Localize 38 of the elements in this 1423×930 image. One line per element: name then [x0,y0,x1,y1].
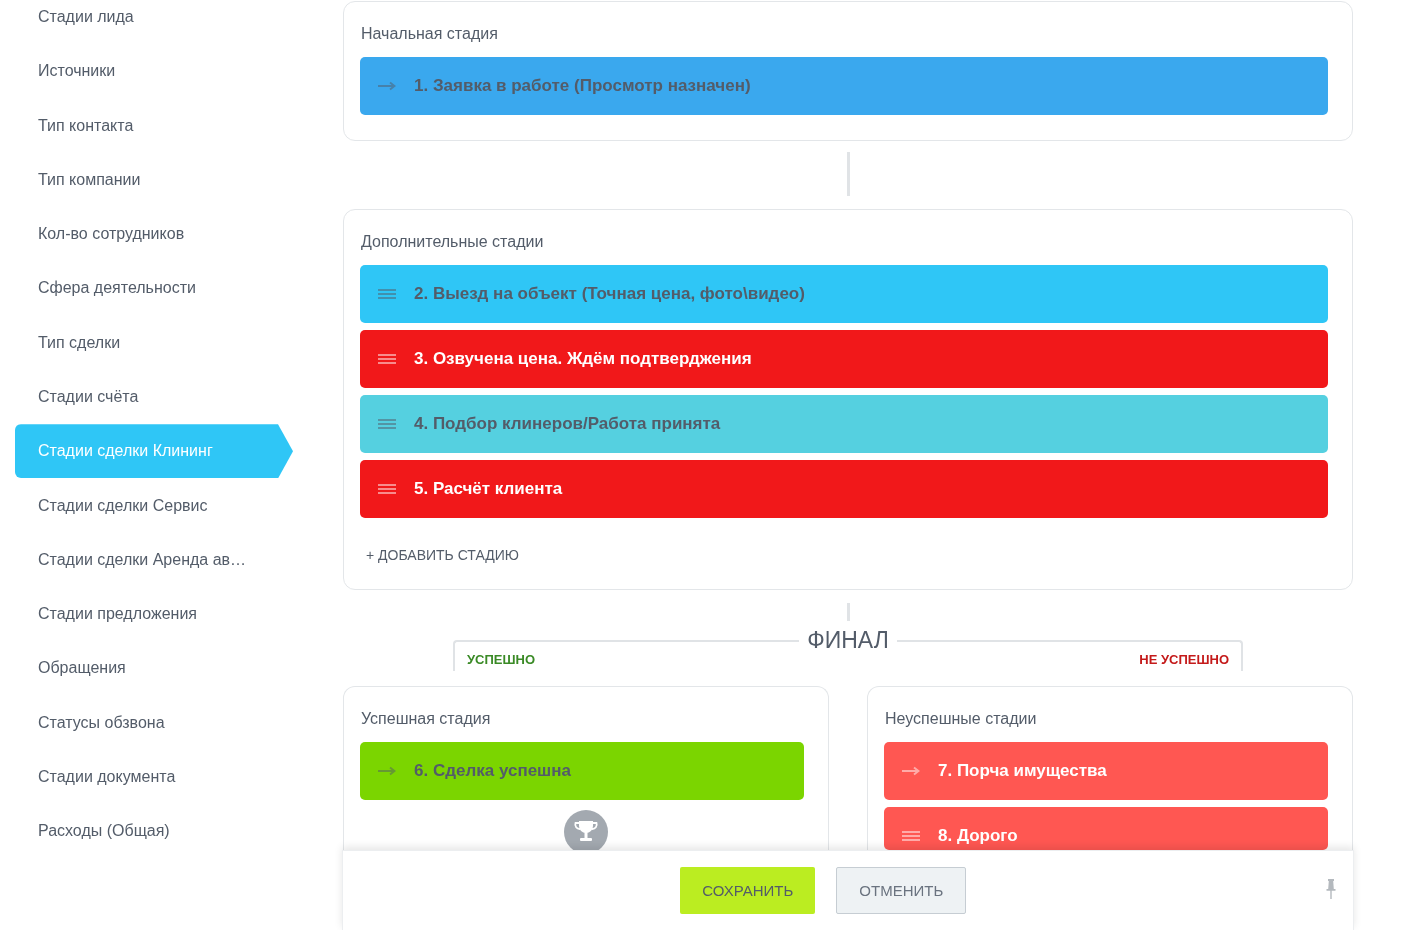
section-title: Успешная стадия [361,709,491,729]
failure-label: НЕ УСПЕШНО [1139,652,1229,667]
section-title: Начальная стадия [361,24,498,44]
sidebar-item[interactable]: Расходы (Общая) [15,804,293,859]
sidebar-item[interactable]: Статусы обзвона [15,695,293,750]
sidebar-item[interactable]: Стадии предложения [15,586,293,642]
sidebar-item[interactable]: Кол-во сотрудников [15,207,293,262]
drag-handle-icon[interactable] [378,354,396,364]
sidebar-item[interactable]: Сфера деятельности [15,261,293,316]
final-title: ФИНАЛ [807,627,889,653]
drag-handle-icon[interactable] [378,419,396,429]
sidebar-item[interactable]: Стадии документа [15,749,293,804]
arrow-icon [378,81,396,91]
drag-handle-icon[interactable] [902,831,920,841]
stage-item[interactable]: 6. Сделка успешна [360,742,804,800]
save-button[interactable]: СОХРАНИТЬ [680,867,816,914]
add-stage-link[interactable]: + ДОБАВИТЬ СТАДИЮ [366,545,519,565]
sidebar-item[interactable]: Обращения [15,641,293,696]
stage-item[interactable]: 5. Расчёт клиента [360,460,1328,518]
sidebar-item[interactable]: Тип контакта [15,98,293,153]
arrow-icon [902,766,920,776]
success-label: УСПЕШНО [467,652,536,667]
sidebar-item[interactable]: Стадии сделки Сервис [15,478,293,533]
stage-item[interactable]: 3. Озвучена цена. Ждём подтверджения [360,330,1328,388]
sidebar-item[interactable]: Источники [15,44,293,99]
sidebar-item[interactable]: Стадии счёта [15,369,293,425]
sidebar-item[interactable]: Тип сделки [15,315,293,370]
stage-item[interactable]: 4. Подбор клинеров/Работа принята [360,395,1328,453]
sidebar-item[interactable]: Стадии лида [15,0,293,45]
section-title: Дополнительные стадии [361,232,544,252]
arrow-icon [378,766,396,776]
section-title: Неуспешные стадии [885,709,1037,729]
sidebar-item[interactable]: Стадии сделки Аренда ав… [15,532,293,587]
drag-handle-icon[interactable] [378,289,396,299]
cancel-button[interactable]: ОТМЕНИТЬ [836,867,967,914]
pin-icon[interactable] [1326,879,1336,899]
sidebar-item[interactable]: Тип компании [15,152,293,208]
drag-handle-icon[interactable] [378,484,396,494]
